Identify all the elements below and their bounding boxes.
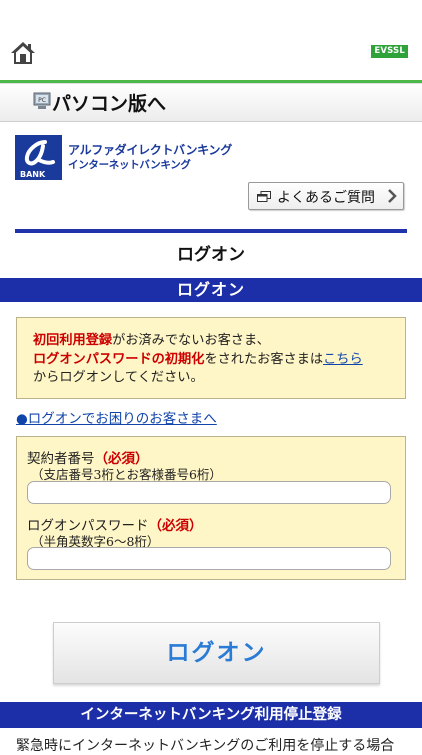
- app-header: EVSSL: [0, 24, 422, 83]
- section-header-stop-service: インターネットバンキング利用停止登録: [0, 702, 422, 728]
- brand-name: アルファダイレクトバンキング: [68, 143, 232, 157]
- faq-label: よくあるご質問: [277, 190, 375, 206]
- password-input[interactable]: [27, 547, 391, 570]
- section-header-logon: ログオン: [0, 278, 422, 302]
- first-login-notice: 初回利用登録がお済みでないお客さま、 ログオンパスワードの初期化をされたお客さま…: [16, 317, 406, 399]
- page-title: ログオン: [177, 245, 245, 265]
- login-help-link[interactable]: ●ログオンでお困りのお客さまへ: [16, 407, 217, 427]
- pc-version-label[interactable]: パソコン版へ: [52, 89, 166, 116]
- status-bar: [0, 0, 422, 25]
- brand-subtitle: インターネットバンキング: [68, 159, 191, 171]
- alpha-logo-icon: BANK: [20, 140, 55, 179]
- notice-first-registration: 初回利用登録: [33, 333, 113, 348]
- login-form: 契約者番号（必須） （支店番号3桁とお客様番号6桁） ログオンパスワード（必須）…: [16, 436, 406, 580]
- notice-text-3: からログオンしてください。: [33, 370, 204, 385]
- chevron-right-icon: [388, 189, 397, 203]
- divider: [15, 229, 407, 233]
- window-icon: [257, 191, 271, 202]
- bank-logo: BANK: [15, 135, 62, 180]
- notice-here-link[interactable]: こちら: [323, 352, 363, 367]
- notice-password-reset: ログオンパスワードの初期化: [33, 351, 205, 367]
- login-button[interactable]: ログオン: [53, 622, 380, 684]
- pc-icon: PC: [33, 92, 51, 109]
- evssl-badge: EVSSL: [371, 45, 408, 58]
- contract-number-input[interactable]: [27, 481, 391, 504]
- svg-text:PC: PC: [38, 97, 46, 104]
- faq-button[interactable]: よくあるご質問: [248, 182, 404, 210]
- logo-bank-text: BANK: [20, 170, 46, 179]
- notice-text-2: をされたお客さまは: [204, 351, 324, 367]
- home-icon[interactable]: [10, 41, 36, 65]
- notice-text-1: がお済みでないお客さま、: [112, 333, 270, 348]
- stop-service-description: 緊急時にインターネットバンキングのご利用を停止する場合: [16, 738, 395, 754]
